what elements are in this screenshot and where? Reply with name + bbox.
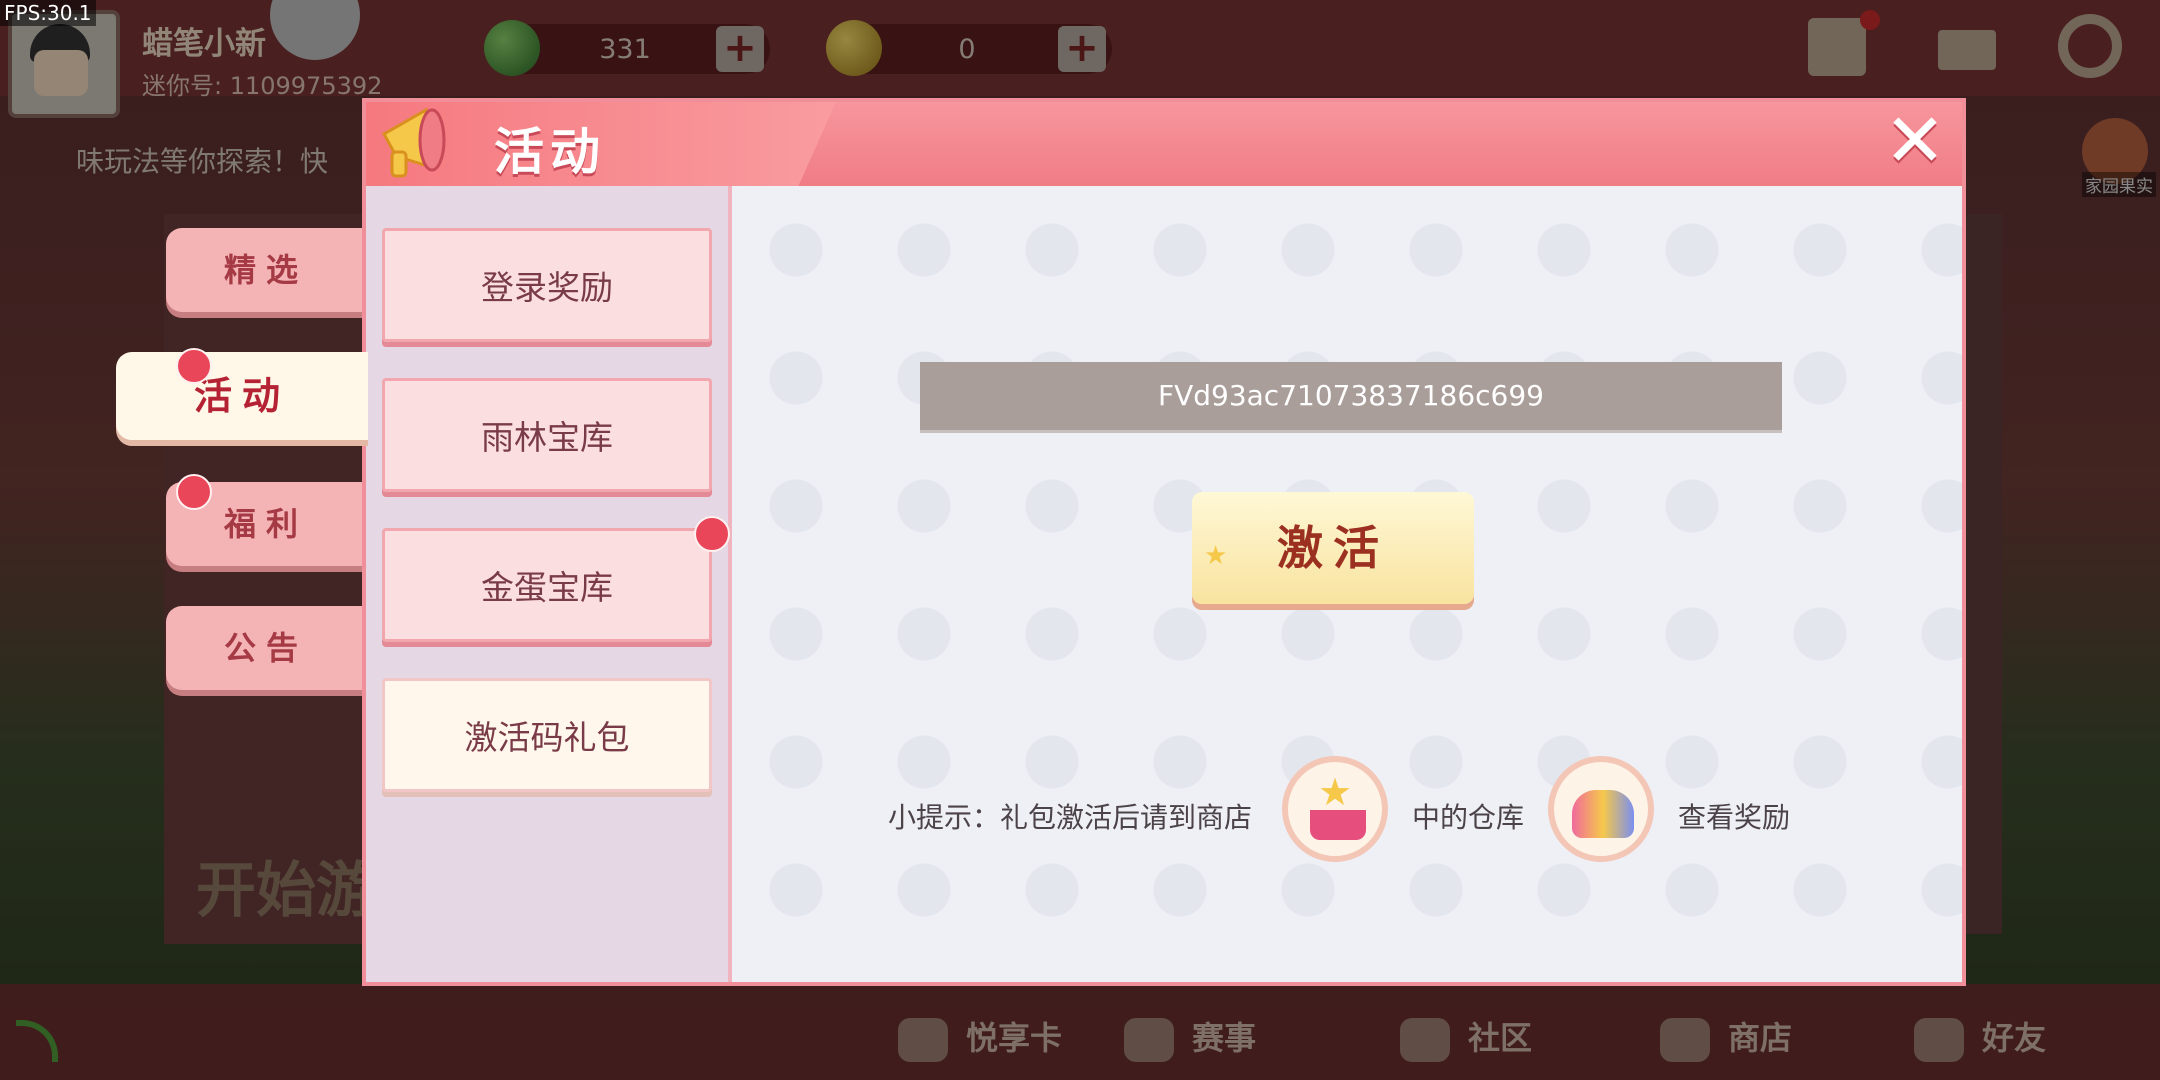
activate-button[interactable]: ★ 激活 bbox=[1192, 492, 1474, 604]
golden-egg-notification-dot bbox=[694, 516, 730, 552]
tip-suffix: 查看奖励 bbox=[1678, 801, 1791, 834]
shop-cart-icon: ★ bbox=[1282, 756, 1388, 862]
sub-tab-rainforest-vault[interactable]: 雨林宝库 bbox=[382, 378, 712, 492]
tip-prefix: 小提示：礼包激活后请到商店 bbox=[888, 801, 1253, 834]
fps-counter: FPS:30.1 bbox=[0, 0, 96, 26]
modal-title: 活动 bbox=[494, 123, 606, 181]
sub-tab-activation-code-gift[interactable]: 激活码礼包 bbox=[382, 678, 712, 792]
sub-tab-golden-egg-vault[interactable]: 金蛋宝库 bbox=[382, 528, 712, 642]
tip-middle: 中的仓库 bbox=[1412, 801, 1525, 834]
warehouse-chest-icon bbox=[1548, 756, 1654, 862]
tab-events[interactable]: 活动 bbox=[116, 352, 368, 440]
activation-panel: FVd93ac71073837186c699 ★ 激活 小提示：礼包激活后请到商… bbox=[732, 186, 1962, 982]
tab-featured[interactable]: 精选 bbox=[166, 228, 366, 312]
events-modal: 活动 ✕ 登录奖励 雨林宝库 金蛋宝库 激活码礼包 FVd93ac7107383… bbox=[362, 98, 1966, 986]
activation-code-input[interactable]: FVd93ac71073837186c699 bbox=[920, 362, 1782, 433]
close-button[interactable]: ✕ bbox=[1876, 104, 1954, 182]
activate-label: 激活 bbox=[1277, 521, 1389, 575]
modal-header: 活动 ✕ bbox=[366, 102, 1962, 186]
welfare-notification-dot bbox=[176, 474, 212, 510]
star-icon: ★ bbox=[1204, 541, 1238, 571]
chest-body bbox=[1572, 790, 1634, 838]
sub-tab-column: 登录奖励 雨林宝库 金蛋宝库 激活码礼包 bbox=[366, 186, 732, 982]
sub-tab-login-reward[interactable]: 登录奖励 bbox=[382, 228, 712, 342]
star-icon: ★ bbox=[1318, 770, 1353, 814]
events-notification-dot bbox=[176, 348, 212, 384]
megaphone-icon bbox=[381, 107, 446, 178]
cart-body bbox=[1310, 810, 1366, 840]
tip-row: 小提示：礼包激活后请到商店 ★ 中的仓库 查看奖励 bbox=[888, 756, 1888, 866]
tab-announcements[interactable]: 公告 bbox=[166, 606, 366, 690]
